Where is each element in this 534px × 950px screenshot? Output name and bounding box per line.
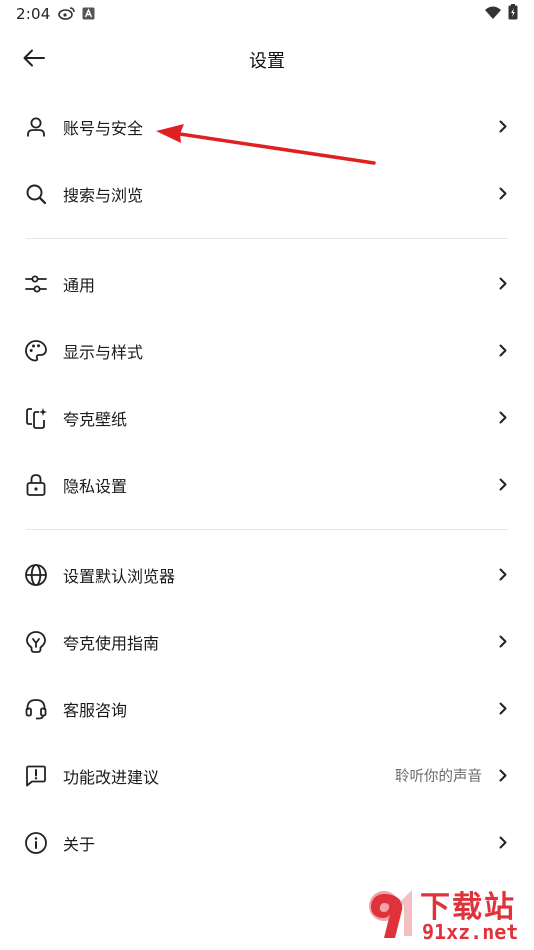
chevron-right-icon <box>496 344 510 358</box>
page-title: 设置 <box>249 51 285 72</box>
a-badge-icon <box>82 5 95 24</box>
chevron-right-icon <box>496 836 510 850</box>
chevron-right-icon <box>496 635 510 649</box>
globe-icon <box>24 563 48 587</box>
headset-icon <box>24 697 48 721</box>
weibo-icon <box>58 5 76 24</box>
settings-item-display[interactable]: 显示与样式 <box>0 317 534 384</box>
chevron-right-icon <box>496 411 510 425</box>
settings-item-label: 功能改进建议 <box>63 767 160 787</box>
settings-item-wallpaper[interactable]: 夸克壁纸 <box>0 384 534 451</box>
status-bar: 2:04 <box>0 0 534 28</box>
wifi-icon <box>484 5 502 24</box>
settings-item-search[interactable]: 搜索与浏览 <box>0 160 534 227</box>
settings-item-label: 夸克使用指南 <box>63 633 160 653</box>
battery-charging-icon <box>508 4 518 24</box>
settings-item-feedback[interactable]: 功能改进建议 聆听你的声音 <box>0 742 534 809</box>
info-icon <box>24 831 48 855</box>
feedback-icon <box>24 764 48 788</box>
settings-item-label: 客服咨询 <box>63 700 128 720</box>
settings-item-label: 夸克壁纸 <box>63 409 128 429</box>
watermark-url: 91xz.net <box>422 920 519 944</box>
wallpaper-icon <box>24 406 48 430</box>
status-time: 2:04 <box>16 5 51 23</box>
settings-item-label: 设置默认浏览器 <box>63 566 176 586</box>
settings-item-label: 账号与安全 <box>63 118 144 138</box>
chevron-right-icon <box>496 277 510 291</box>
watermark-emblem <box>369 890 412 938</box>
chevron-right-icon <box>496 568 510 582</box>
settings-item-privacy[interactable]: 隐私设置 <box>0 451 534 518</box>
search-icon <box>24 182 48 206</box>
settings-item-about[interactable]: 关于 <box>0 809 534 876</box>
chevron-right-icon <box>496 120 510 134</box>
lock-icon <box>24 473 48 497</box>
watermark-logo: 下载站 91xz.net <box>358 882 528 948</box>
settings-item-support[interactable]: 客服咨询 <box>0 675 534 742</box>
settings-item-label: 显示与样式 <box>63 342 144 362</box>
user-icon <box>24 115 48 139</box>
chevron-right-icon <box>496 702 510 716</box>
settings-group-account: 账号与安全 搜索与浏览 <box>0 93 534 227</box>
settings-group-more: 设置默认浏览器 夸克使用指南 客服咨询 功能改进建议 聆听你的声音 关于 <box>0 541 534 876</box>
settings-item-label: 隐私设置 <box>63 476 128 496</box>
title-bar: 设置 <box>0 34 534 86</box>
settings-group-general: 通用 显示与样式 夸克壁纸 隐私设置 <box>0 250 534 518</box>
chevron-right-icon <box>496 478 510 492</box>
sliders-icon <box>24 272 48 296</box>
chevron-right-icon <box>496 769 510 783</box>
settings-item-account[interactable]: 账号与安全 <box>0 93 534 160</box>
settings-item-label: 搜索与浏览 <box>63 185 144 205</box>
chevron-right-icon <box>496 187 510 201</box>
settings-item-guide[interactable]: 夸克使用指南 <box>0 608 534 675</box>
settings-item-label: 通用 <box>63 275 96 295</box>
palette-icon <box>24 339 48 363</box>
lightbulb-icon <box>24 630 48 654</box>
settings-item-general[interactable]: 通用 <box>0 250 534 317</box>
settings-item-label: 关于 <box>63 834 96 854</box>
settings-item-value: 聆听你的声音 <box>395 769 482 785</box>
settings-item-default-browser[interactable]: 设置默认浏览器 <box>0 541 534 608</box>
divider <box>26 238 508 239</box>
divider <box>26 529 508 530</box>
